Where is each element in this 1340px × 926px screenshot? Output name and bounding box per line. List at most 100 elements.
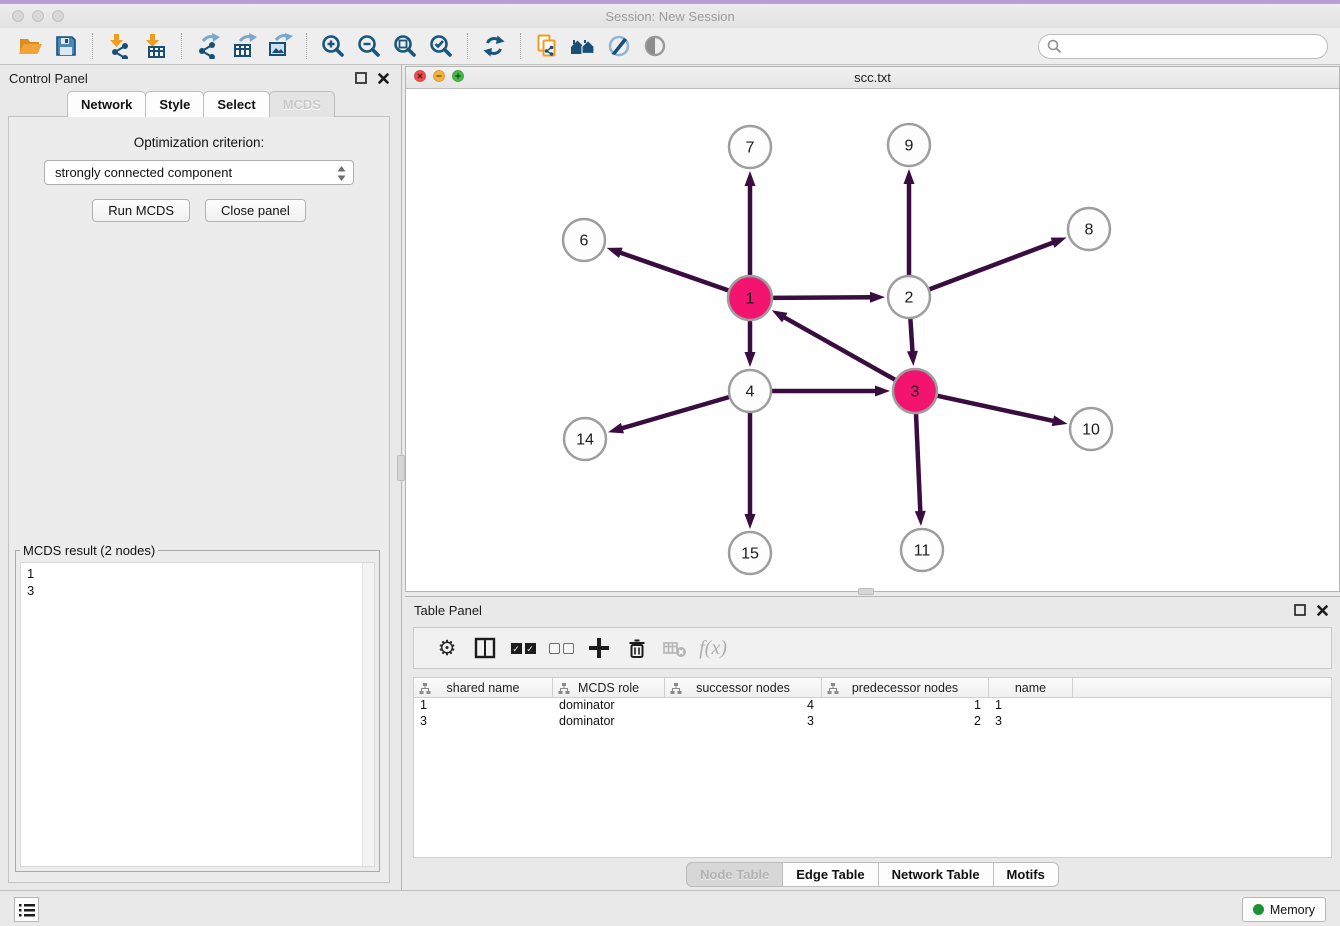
table-row[interactable]: 3 dominator 3 2 3: [414, 714, 1331, 730]
float-table-panel-icon[interactable]: [1291, 601, 1309, 619]
eye-icon[interactable]: [637, 31, 673, 61]
run-mcds-button[interactable]: Run MCDS: [92, 199, 190, 222]
cell-shared-name[interactable]: 3: [414, 714, 553, 730]
minimize-window-button[interactable]: [32, 10, 44, 22]
network-close-button[interactable]: [414, 69, 426, 87]
import-table-icon[interactable]: [137, 31, 173, 61]
brush-icon[interactable]: [601, 31, 637, 61]
delete-table-icon[interactable]: [656, 631, 694, 665]
graph-edge-3-10[interactable]: [937, 396, 1055, 422]
selected-option: strongly connected component: [55, 165, 232, 180]
clone-network-icon[interactable]: [529, 31, 565, 61]
refresh-icon[interactable]: [476, 31, 512, 61]
open-session-icon[interactable]: [12, 31, 48, 61]
memory-button[interactable]: Memory: [1242, 897, 1326, 922]
table-row[interactable]: 1 dominator 4 1 1: [414, 698, 1331, 714]
tab-network[interactable]: Network: [67, 91, 146, 117]
export-network-icon[interactable]: [190, 31, 226, 61]
graph-edge-4-14[interactable]: [620, 397, 729, 429]
toolbar-separator: [520, 33, 521, 59]
mcds-result-list[interactable]: 1 3: [20, 562, 375, 867]
cell-shared-name[interactable]: 1: [414, 698, 553, 714]
zoom-fit-icon[interactable]: [387, 31, 423, 61]
network-window-titlebar[interactable]: scc.txt: [406, 67, 1339, 89]
cell-mcds-role[interactable]: dominator: [553, 714, 665, 730]
column-header-name[interactable]: name: [989, 678, 1073, 698]
graph-node-label-6: 6: [580, 233, 589, 250]
graph-edge-arrowhead: [1051, 237, 1067, 247]
result-scrollbar[interactable]: [362, 563, 374, 866]
close-window-button[interactable]: [12, 10, 24, 22]
close-panel-button[interactable]: Close panel: [205, 199, 306, 222]
split-pane-handle-horizontal[interactable]: [858, 588, 874, 595]
gear-icon[interactable]: ⚙: [428, 631, 466, 665]
import-network-icon[interactable]: [101, 31, 137, 61]
float-panel-icon[interactable]: [352, 69, 370, 87]
network-canvas[interactable]: 7968124314101511: [406, 89, 1339, 591]
graph-edge-1-6[interactable]: [618, 252, 728, 291]
network-maximize-button[interactable]: [452, 69, 464, 87]
network-window-title: scc.txt: [406, 70, 1339, 85]
zoom-in-icon[interactable]: [315, 31, 351, 61]
search-field[interactable]: [1038, 34, 1328, 59]
zoom-selected-icon[interactable]: [423, 31, 459, 61]
graph-node-label-10: 10: [1082, 422, 1100, 439]
tab-mcds[interactable]: MCDS: [269, 91, 335, 117]
zoom-out-icon[interactable]: [351, 31, 387, 61]
column-header-successor-nodes[interactable]: successor nodes: [665, 678, 822, 698]
export-image-icon[interactable]: [262, 31, 298, 61]
cell-successor-nodes[interactable]: 3: [665, 714, 822, 730]
select-all-icon[interactable]: ✓✓: [504, 631, 542, 665]
cell-successor-nodes[interactable]: 4: [665, 698, 822, 714]
cell-name[interactable]: 3: [989, 714, 1073, 730]
app-titlebar: Session: New Session: [0, 4, 1340, 28]
maximize-window-button[interactable]: [52, 10, 64, 22]
network-graph[interactable]: 7968124314101511: [406, 89, 1339, 591]
graph-node-label-8: 8: [1085, 222, 1094, 239]
tab-network-table[interactable]: Network Table: [879, 862, 994, 887]
cell-predecessor-nodes[interactable]: 2: [822, 714, 989, 730]
result-line: 3: [27, 582, 368, 599]
graph-edge-3-11[interactable]: [916, 414, 920, 514]
control-panel: Control Panel Network Style Select MCDS …: [0, 65, 402, 890]
function-builder-icon[interactable]: f(x): [694, 631, 732, 665]
column-header-predecessor-nodes[interactable]: predecessor nodes: [822, 678, 989, 698]
graph-edge-2-8[interactable]: [930, 242, 1056, 290]
search-input[interactable]: [1067, 39, 1319, 54]
node-table[interactable]: shared name MCDS role successor nodes pr…: [413, 677, 1332, 858]
add-column-icon[interactable]: [580, 631, 618, 665]
graph-edge-1-2[interactable]: [773, 297, 873, 298]
columns-icon[interactable]: [466, 631, 504, 665]
tab-style[interactable]: Style: [145, 91, 204, 117]
window-title: Session: New Session: [0, 9, 1340, 24]
close-panel-icon[interactable]: [374, 69, 392, 87]
network-minimize-button[interactable]: [433, 69, 445, 87]
tab-edge-table[interactable]: Edge Table: [783, 862, 878, 887]
cell-predecessor-nodes[interactable]: 1: [822, 698, 989, 714]
export-table-icon[interactable]: [226, 31, 262, 61]
tab-motifs[interactable]: Motifs: [994, 862, 1059, 887]
split-pane-handle-vertical[interactable]: [397, 455, 405, 481]
graph-node-label-14: 14: [576, 432, 594, 449]
column-header-shared-name[interactable]: shared name: [414, 678, 553, 698]
optimization-criterion-select[interactable]: strongly connected component: [44, 160, 354, 185]
graph-edge-arrowhead: [915, 511, 926, 526]
graph-node-label-1: 1: [746, 291, 755, 308]
cell-mcds-role[interactable]: dominator: [553, 698, 665, 714]
deselect-all-icon[interactable]: [542, 631, 580, 665]
tab-select[interactable]: Select: [203, 91, 269, 117]
graph-node-label-11: 11: [914, 543, 931, 560]
graph-edge-arrowhead: [745, 352, 756, 367]
delete-icon[interactable]: [618, 631, 656, 665]
graph-edge-3-1[interactable]: [782, 316, 895, 380]
task-history-button[interactable]: [14, 897, 39, 922]
column-header-mcds-role[interactable]: MCDS role: [553, 678, 665, 698]
table-panel-title: Table Panel: [414, 603, 482, 618]
tab-node-table[interactable]: Node Table: [686, 862, 783, 887]
table-panel: Table Panel ⚙ ✓✓ f(x) shared name MCDS r…: [405, 596, 1340, 890]
cell-name[interactable]: 1: [989, 698, 1073, 714]
graph-edge-2-3[interactable]: [910, 319, 912, 354]
close-table-panel-icon[interactable]: [1313, 601, 1331, 619]
houses-icon[interactable]: [565, 31, 601, 61]
save-session-icon[interactable]: [48, 31, 84, 61]
